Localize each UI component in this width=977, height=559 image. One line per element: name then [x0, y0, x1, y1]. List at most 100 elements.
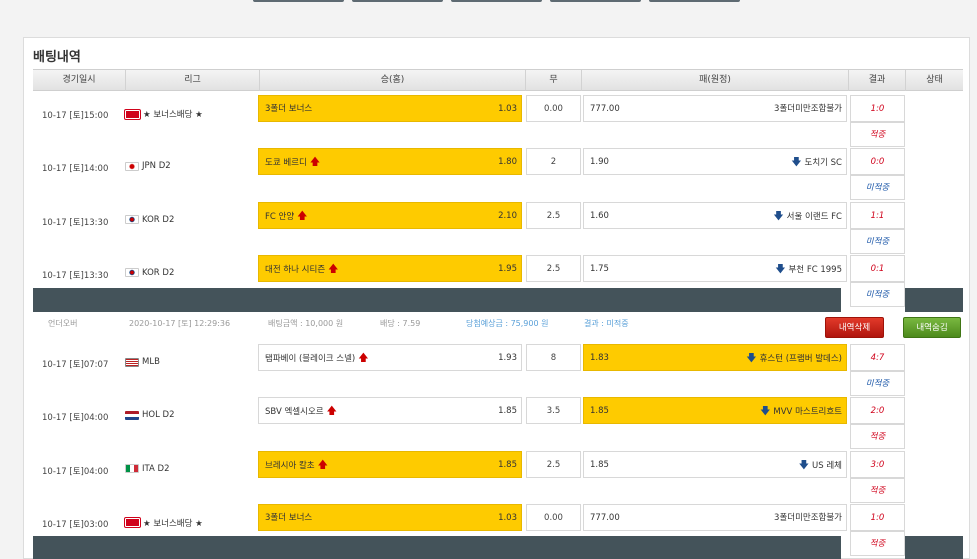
- bet-status: 적중: [850, 530, 905, 556]
- home-pick[interactable]: 탬파베이 (블레이크 스넬) 🡅 1.93: [258, 344, 522, 371]
- league-name: ★ 보너스배당 ★: [143, 518, 203, 529]
- away-pick[interactable]: 1.83 🡇 휴스턴 (프램버 발데스): [583, 344, 847, 371]
- home-team: 3폴더 보너스: [265, 104, 313, 114]
- match-result: 4:7: [850, 344, 905, 371]
- top-nav-button[interactable]: [253, 0, 344, 2]
- bet-row: 10-17 [토]04:00 HOL D2 SBV 엑셀시오르 🡅 1.85 3.…: [33, 396, 963, 450]
- betting-history-panel: 배팅내역 경기일시 리그 승(홈) 무 패(원정) 결과 상태 10-17 [토…: [23, 37, 970, 559]
- league-name: ★ 보너스배당 ★: [143, 110, 203, 120]
- header-home: 승(홈): [259, 70, 525, 91]
- group-divider-bar: [33, 288, 841, 312]
- away-odds: 777.00: [590, 104, 620, 114]
- japan-flag-icon: [125, 161, 139, 171]
- arrow-up-icon: 🡅: [309, 157, 321, 169]
- bonus-flag-icon: [125, 518, 140, 528]
- home-odds: 2.10: [498, 210, 517, 221]
- home-team: FC 안양: [265, 211, 295, 222]
- home-team: 도쿄 베르디: [265, 158, 307, 169]
- bet-status: 적중: [850, 122, 905, 147]
- home-pick[interactable]: 3폴더 보너스 1.03: [258, 95, 522, 122]
- away-pick[interactable]: 777.00 3폴더미만조합불가: [583, 95, 847, 122]
- arrow-down-icon: 🡇: [775, 263, 786, 275]
- arrow-up-icon: 🡅: [328, 263, 339, 275]
- summary-odds: 배당 : 7.59: [380, 319, 421, 328]
- away-pick[interactable]: 777.00 3폴더미만조합불가: [583, 503, 847, 531]
- group-divider-bar: [33, 536, 841, 559]
- draw-pick[interactable]: 2.5: [526, 450, 581, 478]
- home-pick[interactable]: FC 안양 🡅 2.10: [258, 201, 522, 229]
- header-league: 리그: [125, 70, 259, 91]
- home-pick[interactable]: 도쿄 베르디 🡅 1.80: [258, 148, 522, 176]
- match-datetime: 10-17 [토]04:00: [42, 413, 109, 424]
- away-pick[interactable]: 1.75 🡇 부천 FC 1995: [583, 254, 847, 282]
- match-result: 3:0: [850, 450, 905, 478]
- header-datetime: 경기일시: [62, 75, 96, 85]
- match-datetime: 10-17 [토]15:00: [42, 111, 109, 121]
- match-result: 2:0: [850, 397, 905, 425]
- match-result: 0:1: [850, 254, 905, 282]
- away-team: 서울 이랜드 FC: [786, 211, 842, 222]
- draw-pick[interactable]: 3.5: [526, 397, 581, 425]
- arrow-up-icon: 🡅: [358, 353, 369, 364]
- draw-pick[interactable]: 2: [526, 148, 581, 176]
- away-team: MVV 마스트리흐트: [773, 407, 842, 418]
- arrow-down-icon: 🡇: [746, 353, 757, 364]
- match-result: 1:1: [850, 201, 905, 229]
- home-team: 탬파베이 (블레이크 스넬): [265, 354, 356, 364]
- match-result: 1:0: [850, 95, 905, 122]
- away-pick[interactable]: 1.60 🡇 서울 이랜드 FC: [583, 201, 847, 229]
- away-odds: 1.85: [590, 406, 609, 417]
- home-pick[interactable]: 브레시아 칼초 🡅 1.85: [258, 450, 522, 478]
- group-divider-bar: [905, 288, 963, 312]
- home-odds: 1.85: [498, 459, 517, 470]
- arrow-up-icon: 🡅: [326, 406, 337, 418]
- match-datetime: 10-17 [토]13:30: [42, 270, 109, 281]
- home-pick[interactable]: 3폴더 보너스 1.03: [258, 503, 522, 531]
- arrow-down-icon: 🡇: [760, 406, 771, 418]
- league: ★ 보너스배당 ★: [125, 108, 203, 120]
- away-odds: 1.83: [590, 353, 609, 363]
- away-odds: 1.90: [590, 157, 609, 168]
- draw-pick[interactable]: 0.00: [526, 503, 581, 531]
- bet-row: 10-17 [토]13:30 KOR D2 FC 안양 🡅 2.10 2.5 1.…: [33, 201, 963, 254]
- group-divider-bar: [905, 536, 963, 559]
- bet-row: 10-17 [토]07:07 MLB 탬파베이 (블레이크 스넬) 🡅 1.93 …: [33, 343, 963, 396]
- bet-status: 미적중: [850, 175, 905, 201]
- panel-title: 배팅내역: [33, 50, 81, 65]
- away-pick[interactable]: 1.85 🡇 MVV 마스트리흐트: [583, 397, 847, 425]
- top-nav-button[interactable]: [649, 0, 740, 2]
- league-name: ITA D2: [142, 463, 170, 474]
- delete-history-button[interactable]: 내역삭제: [825, 317, 884, 338]
- league-name: MLB: [142, 357, 160, 367]
- draw-pick[interactable]: 2.5: [526, 201, 581, 229]
- top-nav-button[interactable]: [352, 0, 443, 2]
- top-nav-button[interactable]: [550, 0, 641, 2]
- league: KOR D2: [125, 215, 174, 225]
- home-odds: 1.95: [498, 263, 517, 274]
- away-team: 3폴더미만조합불가: [774, 512, 842, 523]
- top-nav-button[interactable]: [451, 0, 542, 2]
- summary-datetime: 2020-10-17 [토] 12:29:36: [129, 319, 231, 328]
- home-pick[interactable]: SBV 엑셀시오르 🡅 1.85: [258, 397, 522, 425]
- summary-type: 언더오버: [48, 319, 78, 328]
- bet-status: 적중: [850, 424, 905, 450]
- draw-pick[interactable]: 0.00: [526, 95, 581, 122]
- league-name: HOL D2: [142, 410, 175, 421]
- match-result: 1:0: [850, 503, 905, 531]
- away-team: 도치기 SC: [804, 158, 843, 169]
- draw-pick[interactable]: 8: [526, 344, 581, 371]
- home-odds: 1.93: [498, 353, 517, 363]
- hide-history-button[interactable]: 내역숨김: [903, 317, 961, 338]
- away-pick[interactable]: 1.85 🡇 US 레체: [583, 450, 847, 478]
- home-pick[interactable]: 대전 하나 시티즌 🡅 1.95: [258, 254, 522, 282]
- home-team: 대전 하나 시티즌: [265, 264, 326, 275]
- away-team: US 레체: [812, 460, 842, 471]
- arrow-up-icon: 🡅: [297, 210, 308, 222]
- match-datetime: 10-17 [토]03:00: [42, 519, 109, 530]
- bet-summary: 언더오버 2020-10-17 [토] 12:29:36 배팅금액 : 10,0…: [33, 312, 963, 340]
- draw-pick[interactable]: 2.5: [526, 254, 581, 282]
- league: MLB: [125, 357, 160, 367]
- arrow-up-icon: 🡅: [317, 459, 328, 471]
- netherlands-flag-icon: [125, 410, 139, 420]
- away-pick[interactable]: 1.90 🡇 도치기 SC: [583, 148, 847, 176]
